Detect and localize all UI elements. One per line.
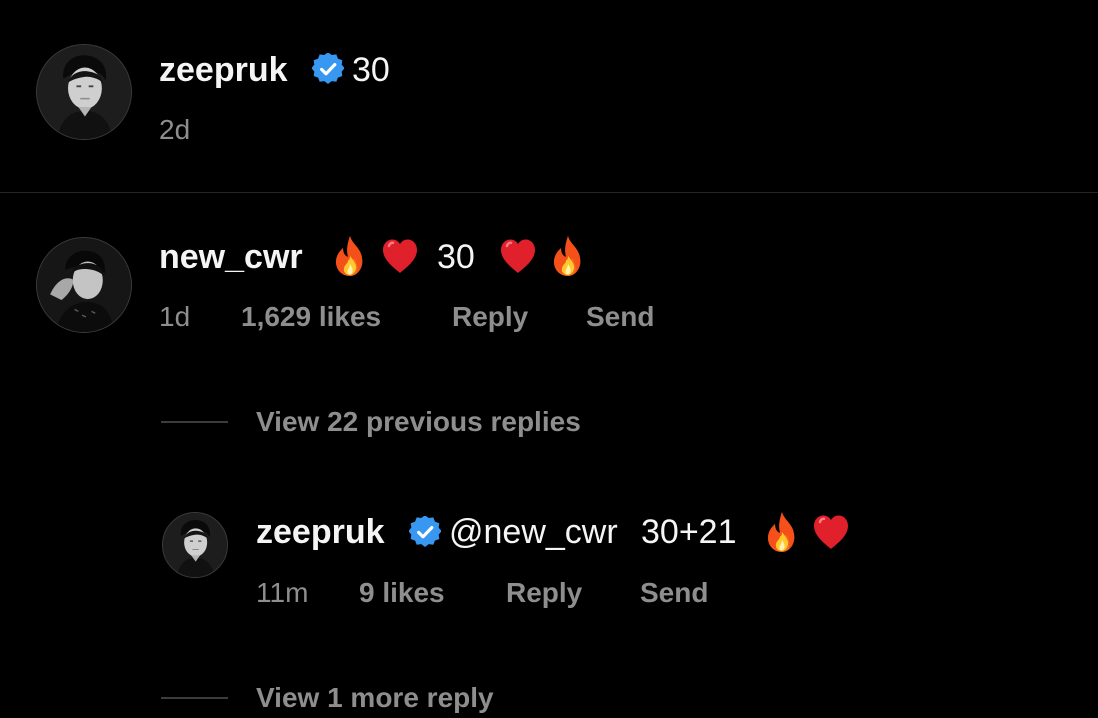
thread-line — [161, 421, 228, 423]
red-heart-emoji-icon — [380, 234, 420, 278]
portrait-image — [37, 45, 131, 139]
comment-text: 30 — [437, 238, 475, 276]
header-divider — [0, 192, 1098, 193]
reply-time: 11m — [256, 577, 309, 608]
comment-reply-button[interactable]: Reply — [452, 303, 528, 331]
reply-likes-count[interactable]: 9 likes — [359, 579, 445, 607]
comment-author-avatar[interactable] — [36, 237, 132, 333]
comment-author-username[interactable]: new_cwr — [159, 240, 303, 274]
red-heart-emoji-icon — [498, 234, 538, 278]
view-more-replies-button[interactable]: View 1 more reply — [256, 684, 494, 712]
verified-badge-icon — [409, 516, 441, 548]
post-author-avatar[interactable] — [36, 44, 132, 140]
reply-send-button[interactable]: Send — [640, 579, 708, 607]
reply-reply-button[interactable]: Reply — [506, 579, 582, 607]
post-time: 2d — [159, 114, 191, 145]
comment-time: 1d — [159, 301, 191, 332]
portrait-image — [37, 238, 131, 332]
portrait-image — [163, 513, 227, 577]
thread-line — [161, 697, 228, 699]
verified-badge-icon — [312, 53, 344, 85]
reply-mention-link[interactable]: @new_cwr — [449, 515, 618, 549]
reply-author-username[interactable]: zeepruk — [256, 515, 385, 549]
post-caption: 30 — [352, 51, 390, 89]
red-heart-emoji-icon — [811, 510, 851, 554]
fire-emoji-icon — [330, 234, 370, 278]
fire-emoji-icon — [762, 510, 802, 554]
post-author-username[interactable]: zeepruk — [159, 53, 288, 87]
post-header: zeepruk 30 2d — [0, 0, 1098, 192]
view-previous-replies-button[interactable]: View 22 previous replies — [256, 408, 581, 436]
fire-emoji-icon — [548, 234, 588, 278]
comment-send-button[interactable]: Send — [586, 303, 654, 331]
reply-author-avatar[interactable] — [162, 512, 228, 578]
reply-text: 30+21 — [641, 513, 737, 551]
comment-likes-count[interactable]: 1,629 likes — [241, 303, 381, 331]
